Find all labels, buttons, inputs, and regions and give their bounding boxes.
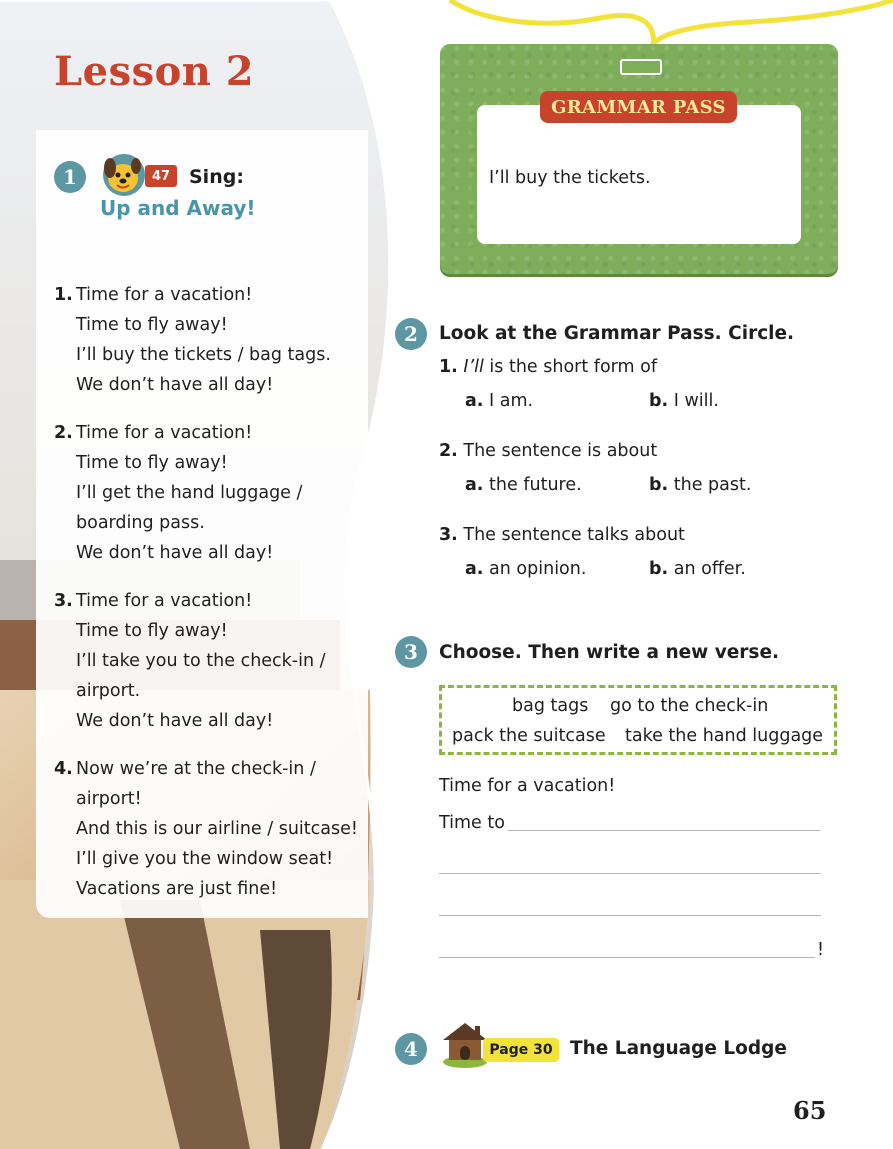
verse-line: We don’t have all day! (76, 375, 274, 395)
write-line[interactable] (508, 830, 820, 831)
song-title: Up and Away! (100, 196, 256, 220)
question-1-option-a[interactable]: a. I am. (465, 391, 533, 411)
question-number: 3. (439, 525, 458, 545)
option-text: the past. (673, 475, 752, 495)
verse-line: We don’t have all day! (76, 543, 274, 563)
option-text: I am. (489, 391, 534, 411)
question-3-stem: 3. The sentence talks about (439, 525, 685, 545)
option-text: an opinion. (489, 559, 587, 579)
activity-2-number: 2 (395, 318, 427, 350)
question-number: 2. (439, 441, 458, 461)
verse-line: Time for a vacation! (76, 591, 253, 611)
verse-line: airport. (76, 681, 141, 701)
verse-line: Time to fly away! (76, 315, 228, 335)
activity-4-title: The Language Lodge (570, 1038, 787, 1059)
option-letter: b. (649, 391, 669, 411)
verse-line-1: Time for a vacation! (439, 776, 616, 796)
question-3-option-b[interactable]: b. an offer. (649, 559, 746, 579)
question-2-option-b[interactable]: b. the past. (649, 475, 751, 495)
verse-line: I’ll take you to the check-in / (76, 651, 326, 671)
verse-4: 4. Now we’re at the check-in / airport! … (54, 754, 358, 904)
word-option[interactable]: pack the suitcase (452, 726, 606, 746)
verse-line: And this is our airline / suitcase! (76, 819, 358, 839)
activity-2-heading: Look at the Grammar Pass. Circle. (439, 323, 795, 344)
question-italic: I’ll (463, 357, 484, 377)
write-line[interactable] (439, 957, 815, 958)
activity-3-heading: Choose. Then write a new verse. (439, 642, 780, 663)
verse-number: 3. (54, 591, 73, 611)
option-letter: a. (465, 391, 484, 411)
lanyard-slot (620, 59, 662, 75)
question-1-option-b[interactable]: b. I will. (649, 391, 719, 411)
page-reference-badge[interactable]: Page 30 (483, 1038, 559, 1062)
question-text: The sentence is about (463, 441, 658, 461)
activity-1-number: 1 (54, 161, 86, 193)
verse-2: 2. Time for a vacation! Time to fly away… (54, 418, 302, 568)
word-option[interactable]: bag tags (512, 696, 588, 716)
question-text: is the short form of (483, 357, 658, 377)
verse-line: I’ll get the hand luggage / (76, 483, 303, 503)
verse-line: Time for a vacation! (76, 285, 253, 305)
verse-3: 3. Time for a vacation! Time to fly away… (54, 586, 326, 736)
option-letter: a. (465, 559, 484, 579)
verse-line: We don’t have all day! (76, 711, 274, 731)
verse-line: Vacations are just fine! (76, 879, 278, 899)
audio-track-badge[interactable]: 47 (145, 165, 177, 187)
grammar-pass-label: GRAMMAR PASS (540, 91, 737, 123)
verse-line: I’ll buy the tickets / bag tags. (76, 345, 331, 365)
verse-number: 2. (54, 423, 73, 443)
verse-number: 1. (54, 285, 73, 305)
word-option[interactable]: go to the check-in (610, 696, 768, 716)
option-letter: a. (465, 475, 484, 495)
activity-4-number: 4 (395, 1033, 427, 1065)
question-3-option-a[interactable]: a. an opinion. (465, 559, 586, 579)
verse-1: 1. Time for a vacation! Time to fly away… (54, 280, 331, 400)
option-text: an offer. (673, 559, 746, 579)
verse-line: Now we’re at the check-in / (76, 759, 316, 779)
verse-line: Time for a vacation! (76, 423, 253, 443)
question-2-option-a[interactable]: a. the future. (465, 475, 582, 495)
activity-1-instruction: Sing: (189, 166, 244, 188)
verse-number: 4. (54, 759, 73, 779)
question-text: The sentence talks about (463, 525, 685, 545)
write-line[interactable] (439, 873, 821, 874)
verse-line: Time to fly away! (76, 453, 228, 473)
grammar-pass-sentence: I’ll buy the tickets. (489, 168, 651, 188)
question-1-stem: 1. I’ll is the short form of (439, 357, 657, 377)
question-number: 1. (439, 357, 458, 377)
word-option[interactable]: take the hand luggage (625, 726, 823, 746)
verse-end-punctuation: ! (817, 940, 825, 960)
lesson-title: Lesson 2 (54, 48, 255, 95)
verse-line: airport! (76, 789, 142, 809)
verse-line: Time to fly away! (76, 621, 228, 641)
write-line[interactable] (439, 915, 821, 916)
verse-line: boarding pass. (76, 513, 205, 533)
option-text: the future. (489, 475, 582, 495)
option-letter: b. (649, 559, 669, 579)
dog-mascot-icon (103, 154, 145, 196)
question-2-stem: 2. The sentence is about (439, 441, 657, 461)
verse-line: I’ll give you the window seat! (76, 849, 334, 869)
option-letter: b. (649, 475, 669, 495)
option-text: I will. (673, 391, 719, 411)
verse-line-2-start: Time to (439, 813, 505, 833)
activity-3-number: 3 (395, 636, 427, 668)
page-number: 65 (793, 1096, 827, 1125)
